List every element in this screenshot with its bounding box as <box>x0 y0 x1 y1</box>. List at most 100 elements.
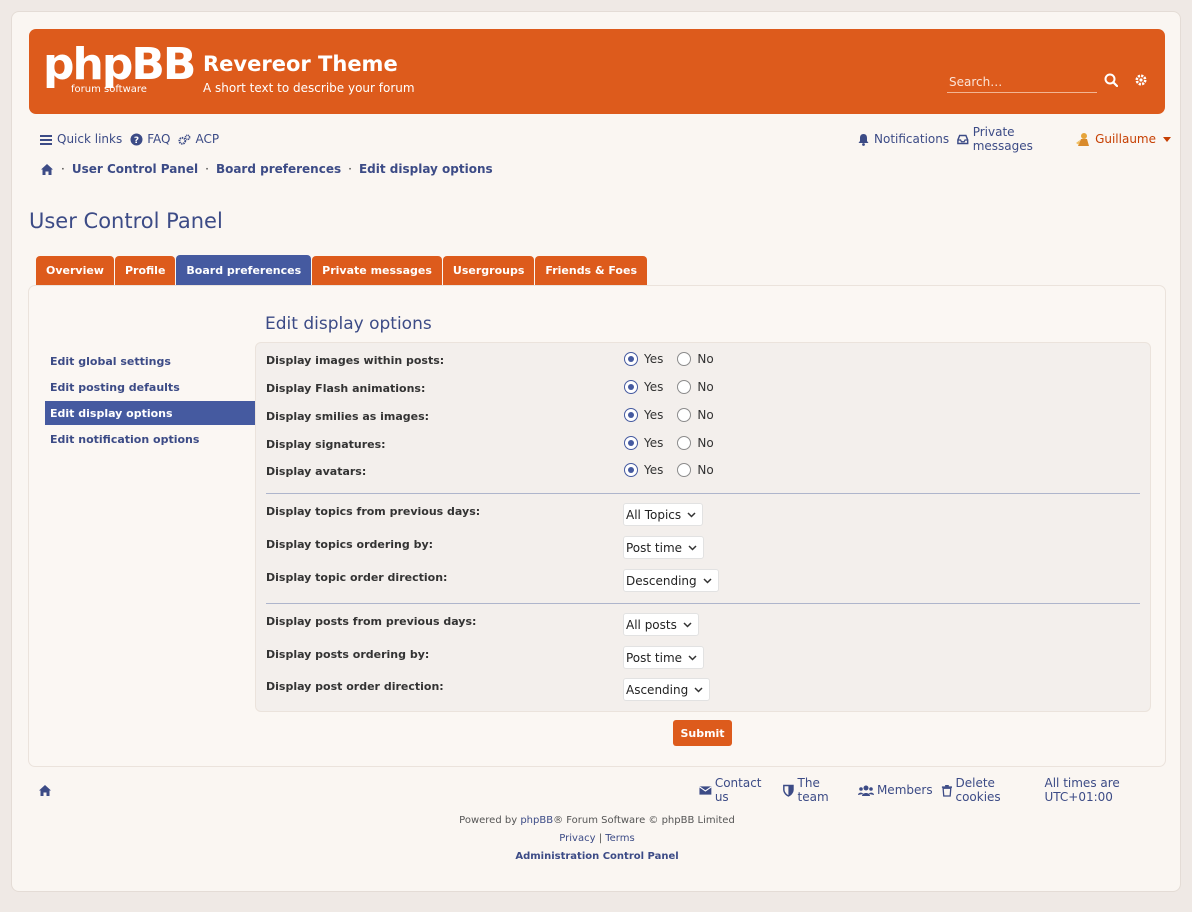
search-icon[interactable] <box>1104 73 1118 87</box>
option-row: Display topics ordering by: Post time <box>266 536 1140 559</box>
site-title[interactable]: Revereor Theme <box>203 52 398 76</box>
contact-us-label: Contact us <box>714 776 762 804</box>
username: Guillaume <box>1095 132 1156 146</box>
administration-control-panel-link[interactable]: Administration Control Panel <box>515 851 678 862</box>
breadcrumb-edit-display-options[interactable]: Edit display options <box>359 162 493 176</box>
radio-no-label[interactable]: No <box>697 380 713 394</box>
timezone-text: All times are UTC+01:00 <box>1044 776 1120 804</box>
tab-board-preferences[interactable]: Board preferences <box>176 255 312 285</box>
policy-separator: | <box>598 833 603 844</box>
the-team-link[interactable]: The team <box>782 776 850 804</box>
yes-no-radio-group: Yes No <box>624 380 728 394</box>
option-row: Display avatars: Yes No <box>266 463 1140 483</box>
radio-no[interactable] <box>677 380 692 394</box>
acp-footer: Administration Control Panel <box>1 851 1192 862</box>
radio-yes-label[interactable]: Yes <box>644 463 663 477</box>
option-label: Display topics ordering by: <box>266 538 434 551</box>
footer-links: Contact us The team Members Delete cooki… <box>699 776 1180 804</box>
private-messages-link[interactable]: Private messages <box>957 125 1067 153</box>
svg-text:?: ? <box>134 136 139 146</box>
home-icon[interactable] <box>38 784 52 797</box>
radio-yes-label[interactable]: Yes <box>644 408 663 422</box>
yes-no-radio-group: Yes No <box>624 352 728 366</box>
search-input[interactable] <box>947 71 1097 93</box>
notifications-label: Notifications <box>874 132 950 146</box>
tab-profile[interactable]: Profile <box>114 256 176 285</box>
quick-links-label: Quick links <box>57 132 123 146</box>
phpbb-logo[interactable]: phpBB forum software <box>43 41 195 97</box>
site-header: phpBB forum software Revereor Theme A sh… <box>29 29 1165 114</box>
post-order-by-select[interactable]: Post time <box>623 646 705 669</box>
chevron-down-icon <box>694 687 703 693</box>
option-row: Display post order direction: Ascending <box>266 678 1140 701</box>
radio-yes[interactable] <box>624 436 638 450</box>
privacy-link[interactable]: Privacy <box>559 833 595 844</box>
delete-cookies-link[interactable]: Delete cookies <box>941 776 1037 804</box>
select-value: Descending <box>626 573 697 588</box>
sidemenu-edit-posting-defaults[interactable]: Edit posting defaults <box>45 375 255 399</box>
ucp-panel: Edit global settings Edit posting defaul… <box>28 285 1166 767</box>
radio-no[interactable] <box>677 408 692 422</box>
radio-yes[interactable] <box>624 352 638 366</box>
tab-usergroups[interactable]: Usergroups <box>442 256 535 285</box>
yes-no-radio-group: Yes No <box>624 436 728 450</box>
acp-link[interactable]: ACP <box>178 132 219 146</box>
contact-us-link[interactable]: Contact us <box>699 776 774 804</box>
radio-no[interactable] <box>677 352 692 366</box>
option-label: Display posts from previous days: <box>266 615 477 628</box>
envelope-icon <box>699 785 712 795</box>
shield-icon <box>782 784 794 797</box>
radio-yes[interactable] <box>624 380 638 394</box>
members-link[interactable]: Members <box>857 783 933 797</box>
sidemenu-edit-global-settings[interactable]: Edit global settings <box>45 349 255 373</box>
question-icon: ? <box>130 133 143 146</box>
private-messages-label: Private messages <box>972 125 1033 153</box>
user-avatar <box>1076 133 1090 146</box>
notifications-link[interactable]: Notifications <box>857 132 949 146</box>
option-label: Display signatures: <box>266 438 386 451</box>
topic-order-direction-select[interactable]: Descending <box>623 569 719 592</box>
tab-private-messages[interactable]: Private messages <box>312 256 442 285</box>
radio-no[interactable] <box>677 463 692 477</box>
gear-icon[interactable] <box>1134 73 1148 87</box>
logo-sub: forum software <box>71 84 147 95</box>
radio-no-label[interactable]: No <box>697 436 713 450</box>
navbar-left: Quick links ? FAQ ACP <box>40 130 227 148</box>
tab-friends-foes[interactable]: Friends & Foes <box>535 256 647 285</box>
faq-link[interactable]: ? FAQ <box>130 132 170 146</box>
topic-days-select[interactable]: All Topics <box>623 503 704 526</box>
radio-yes-label[interactable]: Yes <box>644 380 663 394</box>
home-icon[interactable] <box>40 163 54 176</box>
ucp-tabs: Overview Profile Board preferences Priva… <box>36 255 647 285</box>
submit-button[interactable]: Submit <box>673 720 732 746</box>
option-row: Display images within posts: Yes No <box>266 352 1140 372</box>
caret-down-icon <box>1163 137 1171 142</box>
radio-yes-label[interactable]: Yes <box>644 436 663 450</box>
radio-yes[interactable] <box>624 463 638 477</box>
radio-no[interactable] <box>677 436 692 450</box>
sidemenu-edit-notification-options[interactable]: Edit notification options <box>45 427 255 451</box>
user-menu[interactable]: Guillaume <box>1075 131 1172 147</box>
quick-links-menu[interactable]: Quick links <box>40 132 122 146</box>
radio-no-label[interactable]: No <box>697 408 713 422</box>
powered-suffix: ® Forum Software © phpBB Limited <box>553 815 735 826</box>
terms-link[interactable]: Terms <box>605 833 634 844</box>
phpbb-link[interactable]: phpBB <box>520 815 553 826</box>
tab-overview[interactable]: Overview <box>36 256 114 285</box>
sidemenu-edit-display-options[interactable]: Edit display options <box>45 401 255 425</box>
select-value: Post time <box>626 540 683 555</box>
post-days-select[interactable]: All posts <box>623 613 699 636</box>
breadcrumb-board-preferences[interactable]: Board preferences <box>216 162 341 176</box>
radio-yes-label[interactable]: Yes <box>644 352 663 366</box>
post-order-direction-select[interactable]: Ascending <box>623 678 711 701</box>
radio-no-label[interactable]: No <box>697 463 713 477</box>
option-label: Display posts ordering by: <box>266 648 430 661</box>
option-label: Display images within posts: <box>266 354 445 367</box>
radio-no-label[interactable]: No <box>697 352 713 366</box>
option-label: Display topics from previous days: <box>266 505 481 518</box>
radio-yes[interactable] <box>624 408 638 422</box>
breadcrumb-ucp[interactable]: User Control Panel <box>72 162 198 176</box>
copyright-line: Powered by phpBB® Forum Software © phpBB… <box>1 815 1192 826</box>
topic-order-by-select[interactable]: Post time <box>623 536 705 559</box>
site-description: A short text to describe your forum <box>203 81 415 95</box>
